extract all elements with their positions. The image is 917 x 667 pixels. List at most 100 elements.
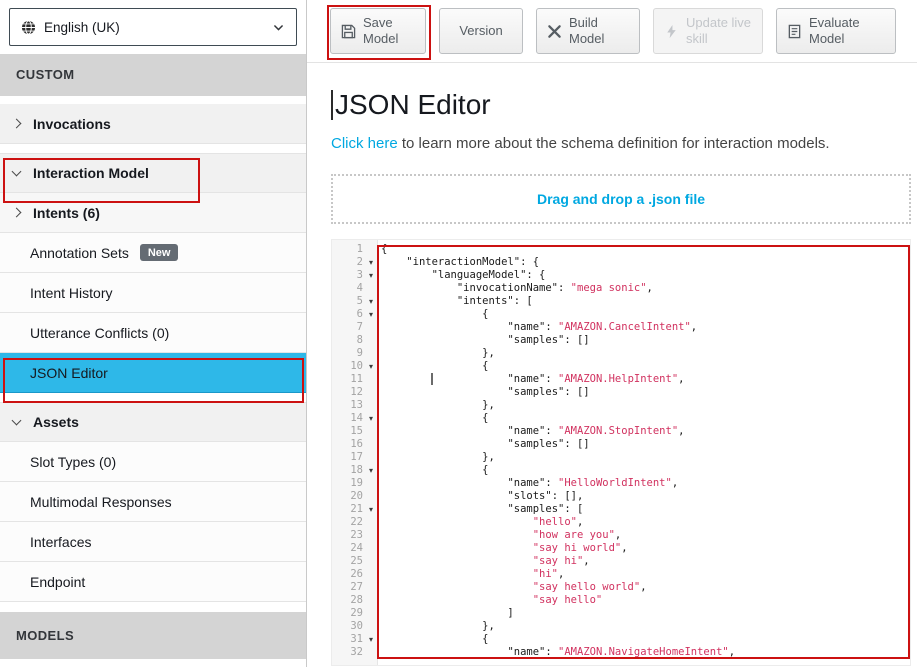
- language-row: English (UK): [0, 0, 306, 54]
- code-line[interactable]: "say hi world",: [381, 542, 910, 555]
- gutter-line[interactable]: 23: [332, 529, 377, 542]
- fold-arrow-icon[interactable]: ▾: [365, 412, 377, 425]
- fold-arrow-icon[interactable]: ▾: [365, 269, 377, 282]
- gutter-line[interactable]: 21▾: [332, 503, 377, 516]
- code-line[interactable]: ]: [381, 607, 910, 620]
- code-line[interactable]: "samples": []: [381, 334, 910, 347]
- version-button[interactable]: Version: [439, 8, 523, 54]
- gutter-line[interactable]: 29: [332, 607, 377, 620]
- gutter-line[interactable]: 6▾: [332, 308, 377, 321]
- fold-arrow-icon[interactable]: ▾: [365, 503, 377, 516]
- code-line[interactable]: "name": "AMAZON.HelpIntent",: [381, 373, 910, 386]
- code-line[interactable]: "intents": [: [381, 295, 910, 308]
- code-line[interactable]: },: [381, 399, 910, 412]
- sidebar-item-intent-history[interactable]: Intent History: [0, 273, 306, 313]
- code-line[interactable]: "name": "HelloWorldIntent",: [381, 477, 910, 490]
- gutter-line[interactable]: 3▾: [332, 269, 377, 282]
- code-line[interactable]: {: [381, 412, 910, 425]
- learn-more-link[interactable]: Click here: [331, 135, 398, 152]
- sidebar-item-multimodal-responses[interactable]: Multimodal Responses: [0, 482, 306, 522]
- code-line[interactable]: "name": "AMAZON.NavigateHomeIntent",: [381, 646, 910, 659]
- gutter-line[interactable]: 31▾: [332, 633, 377, 646]
- gutter-line[interactable]: 17: [332, 451, 377, 464]
- sidebar-item-interaction-model[interactable]: Interaction Model: [0, 153, 306, 193]
- code-line[interactable]: "say hello world",: [381, 581, 910, 594]
- fold-arrow-icon[interactable]: ▾: [365, 308, 377, 321]
- fold-arrow-icon[interactable]: ▾: [365, 360, 377, 373]
- code-line[interactable]: "hi",: [381, 568, 910, 581]
- sidebar-item-invocations[interactable]: Invocations: [0, 104, 306, 144]
- code-line[interactable]: "slots": [],: [381, 490, 910, 503]
- code-line[interactable]: "invocationName": "mega sonic",: [381, 282, 910, 295]
- gutter-line[interactable]: 9: [332, 347, 377, 360]
- gutter-line[interactable]: 4: [332, 282, 377, 295]
- sidebar-item-json-editor[interactable]: JSON Editor: [0, 353, 306, 393]
- gutter-line[interactable]: 19: [332, 477, 377, 490]
- code-line[interactable]: {: [381, 243, 910, 256]
- gutter-line[interactable]: 12: [332, 386, 377, 399]
- gutter-line[interactable]: 28: [332, 594, 377, 607]
- code-line[interactable]: "say hi",: [381, 555, 910, 568]
- sidebar-item-slot-types[interactable]: Slot Types (0): [0, 442, 306, 482]
- code-line[interactable]: "say hello": [381, 594, 910, 607]
- version-label: Version: [459, 23, 502, 39]
- fold-arrow-icon[interactable]: ▾: [365, 464, 377, 477]
- gutter-line[interactable]: 15: [332, 425, 377, 438]
- sidebar-item-utterance-conflicts[interactable]: Utterance Conflicts (0): [0, 313, 306, 353]
- gutter-line[interactable]: 16: [332, 438, 377, 451]
- sidebar-item-annotation-sets[interactable]: Annotation Sets New: [0, 233, 306, 273]
- build-model-button[interactable]: Build Model: [536, 8, 640, 54]
- gutter-line[interactable]: 25: [332, 555, 377, 568]
- gutter-line[interactable]: 10▾: [332, 360, 377, 373]
- code-line[interactable]: {: [381, 360, 910, 373]
- sidebar-item-label: Slot Types (0): [30, 454, 116, 470]
- gutter-line[interactable]: 2▾: [332, 256, 377, 269]
- gutter-line[interactable]: 11: [332, 373, 377, 386]
- chevron-down-icon: [272, 21, 285, 34]
- gutter-line[interactable]: 5▾: [332, 295, 377, 308]
- code-line[interactable]: {: [381, 633, 910, 646]
- section-header-models: MODELS: [0, 612, 306, 659]
- fold-arrow-icon[interactable]: ▾: [365, 256, 377, 269]
- code-line[interactable]: "name": "AMAZON.CancelIntent",: [381, 321, 910, 334]
- code-line[interactable]: },: [381, 347, 910, 360]
- code-line[interactable]: },: [381, 620, 910, 633]
- code-line[interactable]: "interactionModel": {: [381, 256, 910, 269]
- gutter-line[interactable]: 14▾: [332, 412, 377, 425]
- fold-arrow-icon[interactable]: ▾: [365, 633, 377, 646]
- sidebar-item-assets[interactable]: Assets: [0, 402, 306, 442]
- sidebar-item-interfaces[interactable]: Interfaces: [0, 522, 306, 562]
- gutter-line[interactable]: 20: [332, 490, 377, 503]
- code-line[interactable]: },: [381, 451, 910, 464]
- gutter-line[interactable]: 32: [332, 646, 377, 659]
- code-line[interactable]: "languageModel": {: [381, 269, 910, 282]
- code-line[interactable]: "how are you",: [381, 529, 910, 542]
- evaluate-model-button[interactable]: Evaluate Model: [776, 8, 896, 54]
- code-line[interactable]: "name": "AMAZON.StopIntent",: [381, 425, 910, 438]
- gutter-line[interactable]: 18▾: [332, 464, 377, 477]
- gutter-line[interactable]: 8: [332, 334, 377, 347]
- language-selector[interactable]: English (UK): [9, 8, 297, 46]
- gutter-line[interactable]: 26: [332, 568, 377, 581]
- save-model-button[interactable]: Save Model: [330, 8, 426, 54]
- code-line[interactable]: {: [381, 308, 910, 321]
- code-line[interactable]: "samples": []: [381, 438, 910, 451]
- code-line[interactable]: "hello",: [381, 516, 910, 529]
- fold-arrow-icon[interactable]: ▾: [365, 295, 377, 308]
- gutter-line[interactable]: 22: [332, 516, 377, 529]
- gutter-line[interactable]: 27: [332, 581, 377, 594]
- code-line[interactable]: "samples": []: [381, 386, 910, 399]
- json-code-editor[interactable]: 12▾3▾45▾6▾78910▾11121314▾15161718▾192021…: [331, 239, 911, 666]
- gutter-line[interactable]: 13: [332, 399, 377, 412]
- gutter-line[interactable]: 30: [332, 620, 377, 633]
- json-dropzone[interactable]: Drag and drop a .json file: [331, 174, 911, 224]
- code-line[interactable]: {: [381, 464, 910, 477]
- gutter-line[interactable]: 7: [332, 321, 377, 334]
- code-line[interactable]: "samples": [: [381, 503, 910, 516]
- update-live-skill-button[interactable]: Update live skill: [653, 8, 763, 54]
- sidebar-item-intents[interactable]: Intents (6): [0, 193, 306, 233]
- sidebar-item-endpoint[interactable]: Endpoint: [0, 562, 306, 602]
- gutter-line[interactable]: 24: [332, 542, 377, 555]
- gutter-line[interactable]: 1: [332, 243, 377, 256]
- code-lines: { "interactionModel": { "languageModel":…: [378, 240, 910, 665]
